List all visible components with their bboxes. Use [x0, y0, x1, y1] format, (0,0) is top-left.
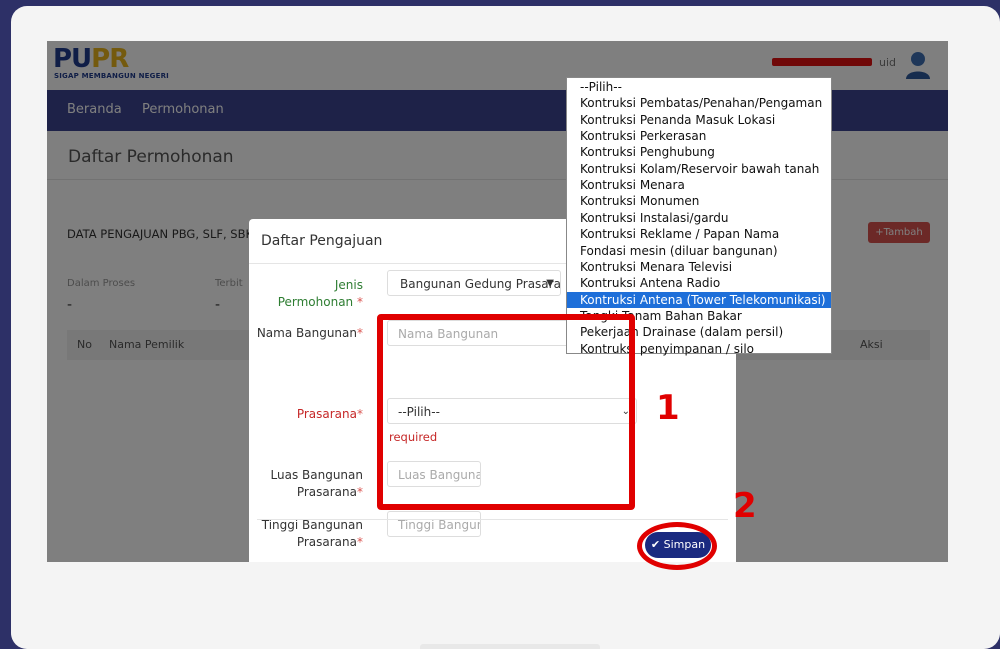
dropdown-option[interactable]: Kontruksi Pembatas/Penahan/Pengaman [567, 95, 831, 111]
required-mark: * [357, 535, 363, 549]
modal-footer-divider [257, 519, 728, 520]
required-mark: * [357, 485, 363, 499]
jenis-permohonan-select[interactable]: Bangunan Gedung Prasara ▼ [387, 270, 561, 296]
dropdown-option[interactable]: Kontruksi Reklame / Papan Nama [567, 226, 831, 242]
dropdown-option[interactable]: Kontruksi Antena (Tower Telekomunikasi) [567, 291, 831, 308]
annotation-box-1 [377, 314, 635, 510]
tinggi-label-line1: Tinggi Bangunan [261, 518, 363, 532]
dropdown-option[interactable]: Kontruksi Perkerasan [567, 128, 831, 144]
dropdown-option[interactable]: Kontruksi Monumen [567, 193, 831, 209]
tinggi-bangunan-label: Tinggi Bangunan Prasarana* [262, 517, 363, 551]
dropdown-option[interactable]: Fondasi mesin (diluar bangunan) [567, 243, 831, 259]
jenis-permohonan-label: Jenis Permohonan * [278, 277, 363, 311]
jenis-label-line2: Permohonan [277, 295, 354, 309]
dropdown-option[interactable]: --Pilih-- [567, 79, 831, 95]
dropdown-option[interactable]: Kontruksi Instalasi/gardu [567, 210, 831, 226]
dropdown-option[interactable]: Kontruksi Kolam/Reservoir bawah tanah [567, 161, 831, 177]
annotation-circle-2 [637, 522, 717, 570]
nama-label-text: Nama Bangunan [256, 326, 357, 340]
luas-label-line1: Luas Bangunan [270, 468, 363, 482]
luas-bangunan-label: Luas Bangunan Prasarana* [271, 467, 363, 501]
modal-title: Daftar Pengajuan [261, 233, 383, 249]
prasarana-dropdown-list[interactable]: --Pilih-- Kontruksi Pembatas/Penahan/Peng… [566, 77, 832, 356]
prasarana-label-text: Prasarana [296, 407, 357, 421]
tinggi-bangunan-input[interactable]: Tinggi Bangun. [387, 511, 481, 537]
chevron-down-icon: ▼ [546, 278, 554, 289]
tinggi-placeholder: Tinggi Bangun. [398, 518, 481, 532]
dropdown-option[interactable]: Kontruksi Menara Televisi [567, 259, 831, 275]
jenis-select-value: Bangunan Gedung Prasara [400, 277, 561, 291]
annotation-number-1: 1 [656, 388, 680, 428]
dropdown-option[interactable]: Kontruksi Penghubung [567, 144, 831, 160]
luas-label-line2: Prasarana [296, 485, 357, 499]
jenis-label-line1: Jenis [334, 278, 363, 292]
required-mark: * [357, 407, 363, 421]
annotation-number-2: 2 [733, 486, 757, 526]
nama-bangunan-label: Nama Bangunan* [257, 325, 363, 342]
dropdown-option[interactable]: Kontruksi Penanda Masuk Lokasi [567, 112, 831, 128]
dropdown-option[interactable]: Kontruksi Antena Radio [567, 275, 831, 291]
required-mark: * [357, 326, 363, 340]
bottom-tab [420, 644, 600, 649]
required-mark: * [357, 295, 363, 309]
tinggi-label-line2: Prasarana [296, 535, 357, 549]
prasarana-label: Prasarana* [297, 406, 363, 423]
dropdown-option[interactable]: Kontruksi Menara [567, 177, 831, 193]
